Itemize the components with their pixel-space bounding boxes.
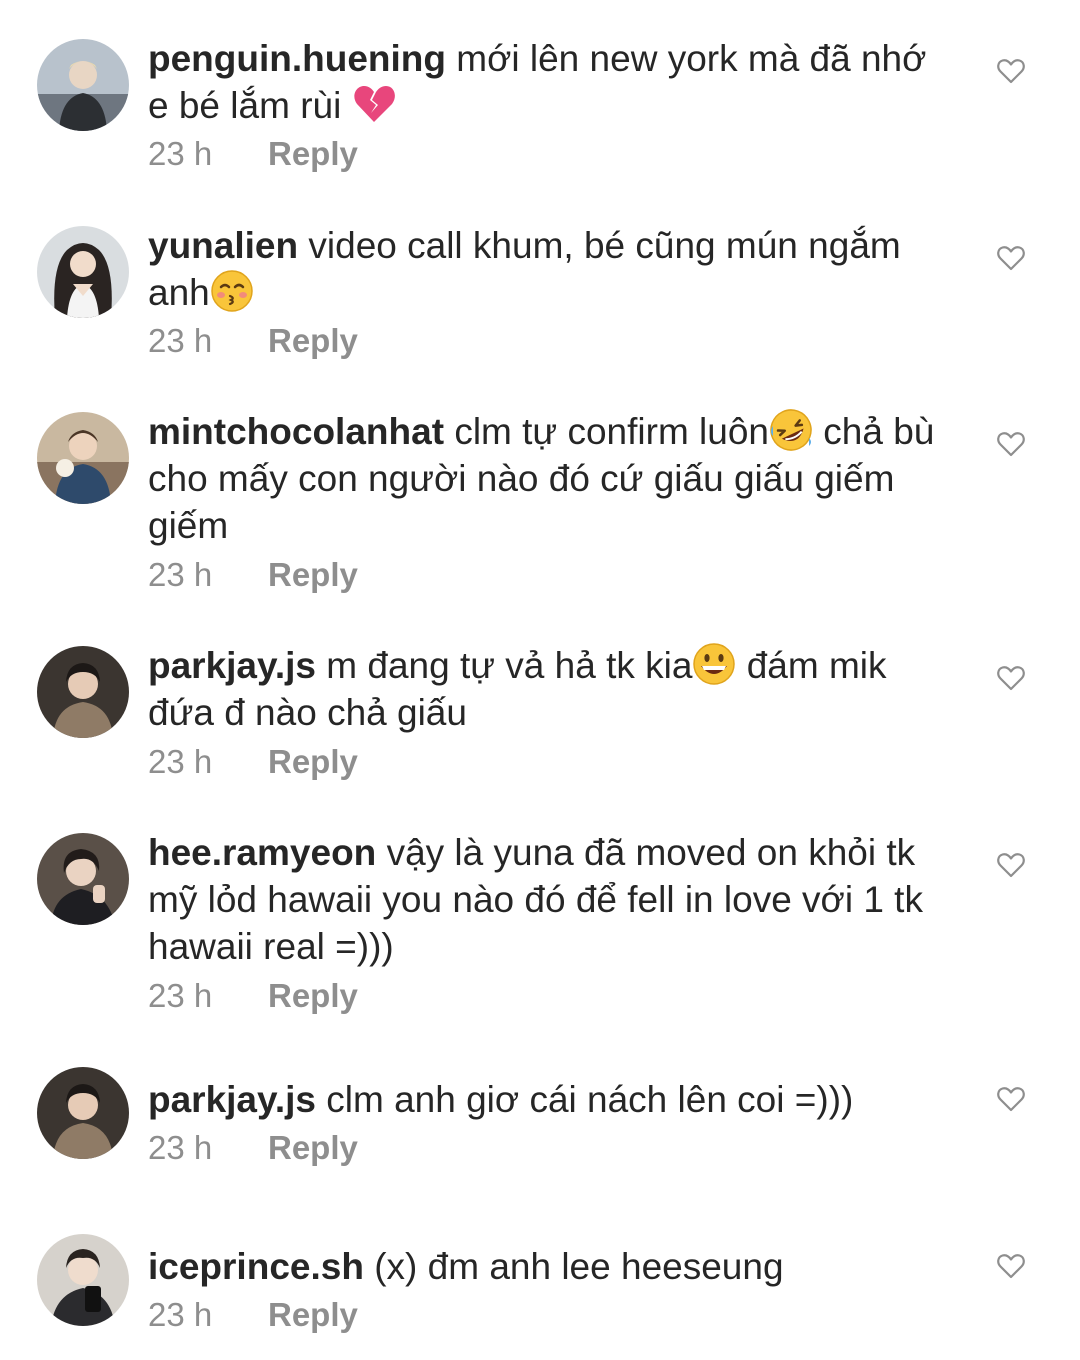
comment-text: iceprince.sh (x) đm anh lee heeseung [148,1243,948,1290]
comment-meta: 23 h Reply [148,322,358,360]
comment-time: 23 h [148,1129,213,1166]
comment-username[interactable]: iceprince.sh [148,1246,364,1287]
comment-meta: 23 h Reply [148,135,358,173]
comment-text: mintchocolanhat clm tự confirm luôn chả … [148,408,948,549]
rolling-laughing-face-icon [769,408,813,452]
reply-button[interactable]: Reply [268,977,358,1014]
avatar[interactable] [37,226,129,318]
comment-meta: 23 h Reply [148,1129,358,1167]
broken-heart-icon [352,82,396,126]
heart-outline-icon[interactable] [996,430,1026,458]
comment-text: penguin.huening mới lên new york mà đã n… [148,35,948,129]
comment-message-part: m đang tự vả hả tk kia [326,645,693,686]
avatar[interactable] [37,1234,129,1326]
comment-text: hee.ramyeon vậy là yuna đã moved on khỏi… [148,829,948,970]
comment-username[interactable]: parkjay.js [148,645,316,686]
heart-outline-icon[interactable] [996,1252,1026,1280]
comment-time: 23 h [148,977,213,1014]
comment-message-part: clm tự confirm luôn [454,411,769,452]
comment-meta: 23 h Reply [148,977,358,1015]
comment-meta: 23 h Reply [148,1296,358,1334]
comment-time: 23 h [148,1296,213,1333]
comment-time: 23 h [148,743,213,780]
heart-outline-icon[interactable] [996,664,1026,692]
comment-username[interactable]: yunalien [148,225,298,266]
reply-button[interactable]: Reply [268,743,358,780]
comment-text: parkjay.js m đang tự vả hả tk kia đám mi… [148,642,948,736]
avatar[interactable] [37,833,129,925]
reply-button[interactable]: Reply [268,135,358,172]
reply-button[interactable]: Reply [268,322,358,359]
heart-outline-icon[interactable] [996,1085,1026,1113]
reply-button[interactable]: Reply [268,1129,358,1166]
heart-outline-icon[interactable] [996,851,1026,879]
reply-button[interactable]: Reply [268,1296,358,1333]
heart-outline-icon[interactable] [996,244,1026,272]
comment-message: clm anh giơ cái nách lên coi =))) [326,1079,854,1120]
comment-username[interactable]: parkjay.js [148,1079,316,1120]
comment-username[interactable]: penguin.huening [148,38,446,79]
comment-meta: 23 h Reply [148,556,358,594]
comment-text: yunalien video call khum, bé cũng mún ng… [148,222,948,316]
avatar[interactable] [37,646,129,738]
avatar[interactable] [37,412,129,504]
comment-time: 23 h [148,322,213,359]
kissing-face-icon [210,269,254,313]
comment-text: parkjay.js clm anh giơ cái nách lên coi … [148,1076,948,1123]
heart-outline-icon[interactable] [996,57,1026,85]
reply-button[interactable]: Reply [268,556,358,593]
comment-username[interactable]: mintchocolanhat [148,411,444,452]
comment-message: (x) đm anh lee heeseung [374,1246,784,1287]
avatar[interactable] [37,39,129,131]
comment-username[interactable]: hee.ramyeon [148,832,376,873]
comment-time: 23 h [148,135,213,172]
avatar[interactable] [37,1067,129,1159]
comment-meta: 23 h Reply [148,743,358,781]
grinning-face-icon [692,642,736,686]
comment-time: 23 h [148,556,213,593]
